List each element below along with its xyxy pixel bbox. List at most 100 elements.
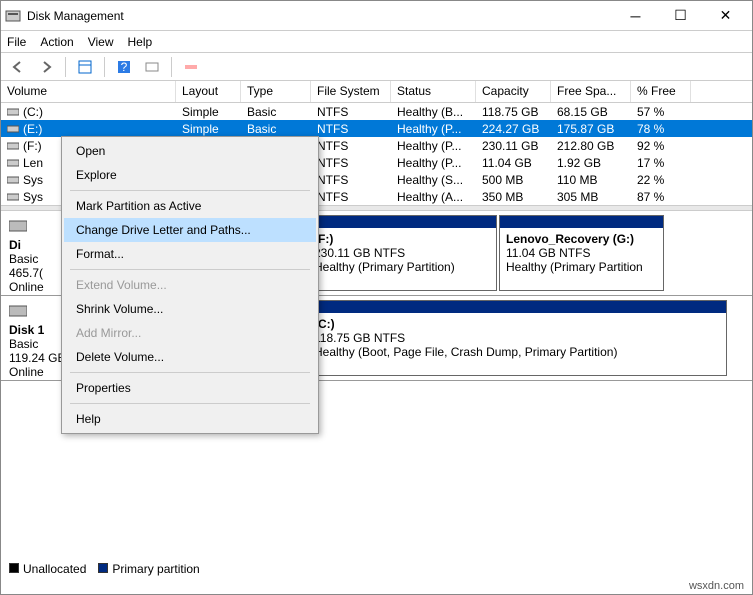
watermark: wsxdn.com [689,580,744,592]
volume-table-header: Volume Layout Type File System Status Ca… [1,81,752,103]
cell-capacity: 224.27 GB [476,122,551,136]
cell-fs: NTFS [311,105,391,119]
partition-status: Healthy (Primary Partition [506,260,657,274]
cell-pctfree: 92 % [631,139,691,153]
toolbar-icon-3[interactable] [180,56,202,78]
toolbar-icon-1[interactable] [74,56,96,78]
help-icon[interactable]: ? [113,56,135,78]
volume-name: Sys [23,173,43,187]
partition-title: (C:) [314,317,720,331]
partition-title: Lenovo_Recovery (G:) [506,232,657,246]
partition-block[interactable]: (F:)230.11 GB NTFSHealthy (Primary Parti… [307,215,497,291]
col-type[interactable]: Type [241,81,311,102]
cell-free: 175.87 GB [551,122,631,136]
svg-text:?: ? [121,60,128,74]
disk-icon [9,219,27,233]
disk-icon [9,304,27,318]
context-menu-item[interactable]: Format... [64,242,316,266]
context-menu-item[interactable]: Properties [64,376,316,400]
cell-capacity: 118.75 GB [476,105,551,119]
menu-action[interactable]: Action [40,35,73,49]
toolbar: ? [1,53,752,81]
cell-status: Healthy (P... [391,156,476,170]
cell-status: Healthy (A... [391,190,476,204]
cell-status: Healthy (P... [391,139,476,153]
col-volume[interactable]: Volume [1,81,176,102]
cell-capacity: 11.04 GB [476,156,551,170]
context-menu-item[interactable]: Shrink Volume... [64,297,316,321]
maximize-button[interactable]: ☐ [658,2,703,30]
col-fs[interactable]: File System [311,81,391,102]
partition-block[interactable]: (C:)118.75 GB NTFSHealthy (Boot, Page Fi… [307,300,727,376]
close-button[interactable]: ✕ [703,2,748,30]
cell-pctfree: 17 % [631,156,691,170]
back-button[interactable] [7,56,29,78]
cell-layout: Simple [176,122,241,136]
minimize-button[interactable]: ─ [613,2,658,30]
legend-primary: Primary partition [112,562,199,576]
cell-free: 110 MB [551,173,631,187]
col-free[interactable]: Free Spa... [551,81,631,102]
app-icon [5,8,21,24]
volume-name: Sys [23,190,43,204]
cell-pctfree: 78 % [631,122,691,136]
drive-icon [7,123,19,135]
window-title: Disk Management [27,9,613,23]
partition-size: 11.04 GB NTFS [506,246,657,260]
partition-size: 118.75 GB NTFS [314,331,720,345]
drive-icon [7,140,19,152]
cell-type: Basic [241,122,311,136]
context-menu-separator [70,269,310,270]
context-menu-separator [70,190,310,191]
forward-button[interactable] [35,56,57,78]
cell-type: Basic [241,105,311,119]
col-layout[interactable]: Layout [176,81,241,102]
cell-fs: NTFS [311,156,391,170]
col-capacity[interactable]: Capacity [476,81,551,102]
volume-name: Len [23,156,43,170]
context-menu-item[interactable]: Open [64,139,316,163]
volume-name: (F:) [23,139,42,153]
cell-pctfree: 87 % [631,190,691,204]
volume-row[interactable]: (C:)SimpleBasicNTFSHealthy (B...118.75 G… [1,103,752,120]
menu-help[interactable]: Help [128,35,153,49]
drive-icon [7,106,19,118]
context-menu-separator [70,403,310,404]
context-menu-item[interactable]: Help [64,407,316,431]
cell-pctfree: 57 % [631,105,691,119]
legend: Unallocated Primary partition [9,562,200,576]
volume-name: (E:) [23,122,42,136]
volume-row[interactable]: (E:) SimpleBasicNTFSHealthy (P...224.27 G… [1,120,752,137]
context-menu-separator [70,372,310,373]
col-pctfree[interactable]: % Free [631,81,691,102]
cell-fs: NTFS [311,190,391,204]
context-menu-item[interactable]: Delete Volume... [64,345,316,369]
cell-fs: NTFS [311,122,391,136]
drive-icon [7,157,19,169]
menu-file[interactable]: File [7,35,26,49]
cell-free: 68.15 GB [551,105,631,119]
context-menu-item[interactable]: Mark Partition as Active [64,194,316,218]
context-menu-item[interactable]: Change Drive Letter and Paths... [64,218,316,242]
context-menu-item[interactable]: Explore [64,163,316,187]
context-menu: OpenExplore Mark Partition as ActiveChang… [61,136,319,434]
menubar: File Action View Help [1,31,752,53]
partition-status: Healthy (Boot, Page File, Crash Dump, Pr… [314,345,720,359]
cell-status: Healthy (S... [391,173,476,187]
cell-status: Healthy (P... [391,122,476,136]
partition-block[interactable]: Lenovo_Recovery (G:)11.04 GB NTFSHealthy… [499,215,664,291]
context-menu-item: Add Mirror... [64,321,316,345]
col-status[interactable]: Status [391,81,476,102]
partition-title: (F:) [314,232,490,246]
menu-view[interactable]: View [88,35,114,49]
cell-free: 1.92 GB [551,156,631,170]
cell-capacity: 230.11 GB [476,139,551,153]
toolbar-icon-2[interactable] [141,56,163,78]
partition-status: Healthy (Primary Partition) [314,260,490,274]
titlebar: Disk Management ─ ☐ ✕ [1,1,752,31]
cell-fs: NTFS [311,173,391,187]
cell-capacity: 500 MB [476,173,551,187]
cell-layout: Simple [176,105,241,119]
cell-free: 212.80 GB [551,139,631,153]
legend-unallocated: Unallocated [23,562,86,576]
